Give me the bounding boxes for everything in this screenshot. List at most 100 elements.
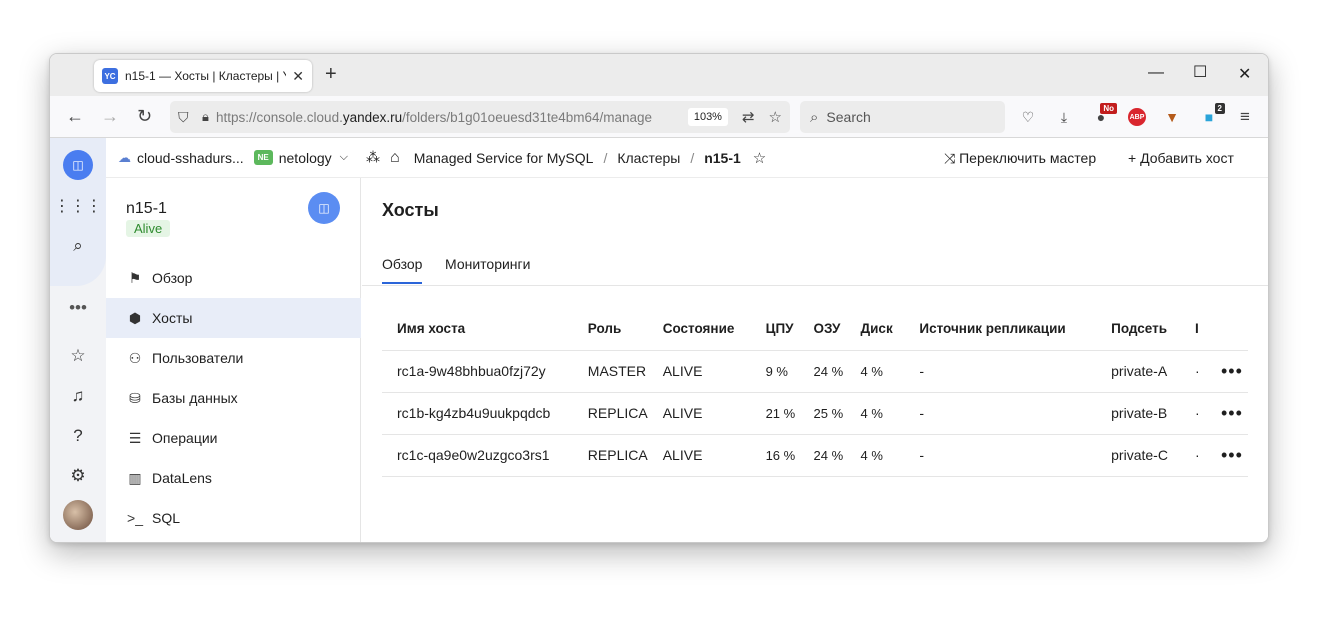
translate-icon[interactable]: ⇄ — [742, 108, 755, 126]
more-actions-icon[interactable]: ••• — [1205, 392, 1248, 435]
sidebar-item-label: Обзор — [152, 270, 193, 286]
search-icon: ⌕ — [810, 108, 819, 126]
sidebar-item-operations[interactable]: ☰ Операции — [106, 418, 361, 458]
host-state: ALIVE — [647, 350, 751, 393]
new-tab-icon[interactable]: + — [325, 63, 337, 86]
more-actions-icon[interactable]: ••• — [1205, 434, 1248, 477]
breadcrumb-cloud[interactable]: cloud-sshadurs... — [137, 150, 244, 166]
host-disk: 4 % — [845, 434, 905, 477]
back-icon[interactable]: ← — [66, 106, 84, 127]
host-role: REPLICA — [572, 434, 648, 477]
settings-gear-icon[interactable]: ⚙ — [64, 462, 92, 490]
host-subnet-link[interactable]: private-A — [1096, 350, 1181, 393]
breadcrumb-folder[interactable]: netology — [279, 150, 332, 166]
column-header[interactable]: I — [1180, 308, 1206, 351]
menu-hamburger-icon[interactable]: ≡ — [1235, 107, 1255, 127]
switch-master-button[interactable]: ⤨ Переключить мастер — [944, 150, 1096, 167]
database-icon: ⛁ — [129, 389, 141, 406]
host-cpu: 16 % — [750, 434, 799, 477]
sidebar-item-databases[interactable]: ⛁ Базы данных — [106, 378, 361, 418]
sidebar-item-users[interactable]: ⚇ Пользователи — [106, 338, 361, 378]
column-header[interactable]: ОЗУ — [798, 308, 846, 351]
table-row[interactable]: rc1c-qa9e0w2uzgco3rs1 REPLICA ALIVE 16 %… — [382, 434, 1248, 477]
cloud-icon: ☁ — [118, 149, 131, 165]
table-row[interactable]: rc1b-kg4zb4u9uukpqdcb REPLICA ALIVE 21 %… — [382, 392, 1248, 435]
bookmark-star-icon[interactable]: ☆ — [769, 108, 782, 126]
sidebar-item-datalens[interactable]: ▥ DataLens — [106, 458, 361, 498]
more-actions-icon[interactable]: ••• — [1205, 350, 1248, 393]
column-header[interactable]: Состояние — [647, 308, 751, 351]
forward-icon[interactable]: → — [101, 106, 119, 127]
tab-overview[interactable]: Обзор — [382, 256, 423, 284]
maximize-icon[interactable]: ☐ — [1193, 62, 1207, 82]
column-header[interactable]: Имя хоста — [382, 308, 573, 351]
extension-badge: No — [1100, 103, 1117, 114]
host-subnet-link[interactable]: private-B — [1096, 392, 1181, 435]
adblock-icon[interactable]: ABP — [1127, 107, 1147, 127]
host-name[interactable]: rc1c-qa9e0w2uzgco3rs1 — [382, 434, 573, 477]
download-icon[interactable]: ⤓ — [1054, 107, 1074, 127]
help-icon[interactable]: ? — [64, 422, 92, 450]
reload-icon[interactable]: ↻ — [137, 106, 152, 127]
tab-close-icon[interactable]: ✕ — [292, 68, 304, 85]
table-row[interactable]: rc1a-9w48bhbua0fzj72y MASTER ALIVE 9 % 2… — [382, 350, 1248, 393]
host-subnet-link[interactable]: private-C — [1096, 434, 1181, 477]
page-tabs: Обзор Мониторинги — [362, 246, 1268, 286]
flag-icon: ⚑ — [128, 269, 142, 286]
service-nodes-icon[interactable]: ⁂ — [366, 149, 380, 166]
home-icon[interactable]: ⌂ — [390, 149, 400, 167]
address-bar[interactable]: ⛉ 🔒︎ https://console.cloud.yandex.ru/fol… — [170, 101, 790, 133]
sidebar-item-hosts[interactable]: ⬢ Хосты — [106, 298, 361, 338]
services-grid-icon[interactable]: ⋮⋮⋮ — [54, 192, 102, 220]
chevron-down-icon[interactable]: ⌵ — [340, 151, 348, 164]
host-extra: · — [1180, 392, 1206, 435]
sidebar-item-label: Хосты — [152, 310, 193, 326]
breadcrumb-service[interactable]: Managed Service for MySQL — [414, 150, 594, 166]
window-close-icon[interactable]: ✕ — [1238, 64, 1251, 84]
cluster-name: n15-1 — [126, 200, 167, 217]
extension-bag-icon[interactable]: ■ 2 — [1199, 103, 1225, 127]
column-header[interactable]: ЦПУ — [750, 308, 799, 351]
plus-icon: + — [1128, 150, 1137, 166]
column-header[interactable]: Источник репликации — [904, 308, 1097, 351]
url-text[interactable]: https://console.cloud.yandex.ru/folders/… — [216, 110, 682, 125]
bell-icon[interactable]: ♫ — [64, 382, 92, 410]
browser-tab[interactable]: YC n15-1 — Хосты | Кластеры | Yandex ✕ — [94, 60, 312, 92]
app-rail: ◫ ⋮⋮⋮ ⌕ ••• ☆ ♫ ? ⚙ — [50, 138, 106, 542]
yandex-cloud-logo-icon[interactable]: ◫ — [63, 150, 93, 180]
host-role: MASTER — [572, 350, 648, 393]
favorite-star-icon[interactable]: ☆ — [753, 149, 766, 167]
sidebar-item-sql[interactable]: >_ SQL — [106, 498, 361, 538]
more-icon[interactable]: ••• — [64, 294, 92, 322]
column-header[interactable]: Роль — [572, 308, 648, 351]
favorites-star-icon[interactable]: ☆ — [64, 342, 92, 370]
column-header[interactable]: Диск — [845, 308, 905, 351]
sidebar-item-label: SQL — [152, 510, 181, 526]
extension-v-icon[interactable]: ▼ — [1162, 107, 1182, 127]
column-header[interactable]: Подсеть — [1096, 308, 1181, 351]
column-header-actions — [1205, 308, 1248, 351]
tab-title: n15-1 — Хосты | Кластеры | Yandex — [125, 69, 286, 83]
host-replication-source: - — [904, 350, 1097, 393]
host-name[interactable]: rc1a-9w48bhbua0fzj72y — [382, 350, 573, 393]
pocket-icon[interactable]: ♡ — [1018, 107, 1038, 127]
zoom-level[interactable]: 103% — [687, 108, 728, 126]
search-input[interactable]: ⌕ Search — [800, 101, 1005, 133]
host-name[interactable]: rc1b-kg4zb4u9uukpqdcb — [382, 392, 573, 435]
lock-icon[interactable]: 🔒︎ — [202, 109, 209, 125]
sidebar-item-overview[interactable]: ⚑ Обзор — [106, 258, 361, 298]
avatar[interactable] — [63, 500, 93, 530]
extension-noscript-icon[interactable]: ● No — [1091, 103, 1117, 127]
tab-monitoring[interactable]: Мониторинги — [445, 256, 530, 282]
breadcrumb-separator: / — [603, 149, 608, 166]
minimize-icon[interactable]: — — [1148, 64, 1164, 82]
host-disk: 4 % — [845, 392, 905, 435]
shuffle-icon: ⤨ — [944, 150, 956, 166]
extension-count-badge: 2 — [1214, 103, 1225, 114]
search-icon[interactable]: ⌕ — [64, 232, 92, 260]
breadcrumb-current: n15-1 — [704, 149, 741, 166]
host-state: ALIVE — [647, 392, 751, 435]
add-host-button[interactable]: + Добавить хост — [1128, 150, 1234, 166]
breadcrumb-clusters[interactable]: Кластеры — [617, 150, 680, 166]
shield-icon[interactable]: ⛉ — [178, 109, 189, 126]
